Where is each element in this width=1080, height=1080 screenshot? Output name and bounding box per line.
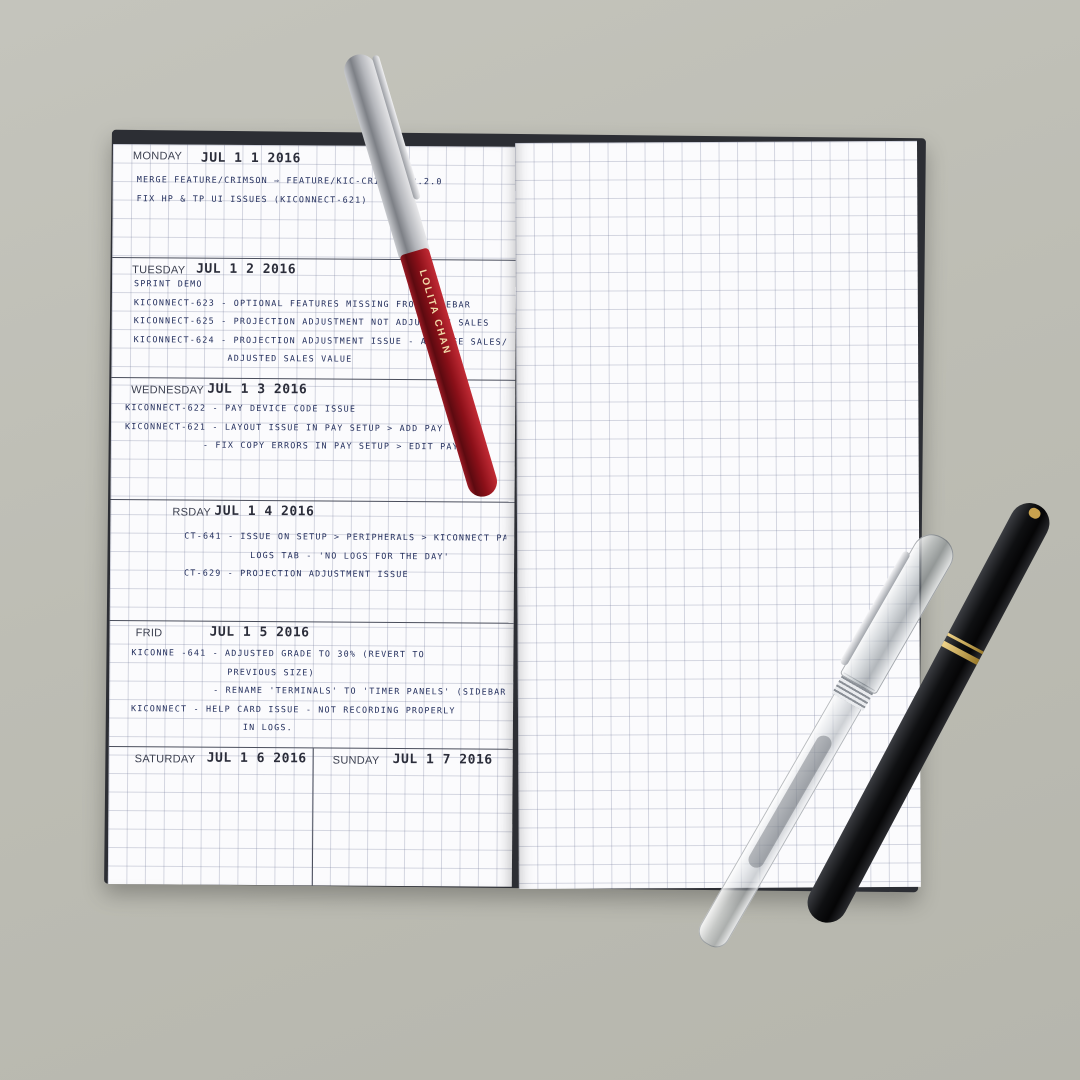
note-line: LOGS TAB - 'NO LOGS FOR THE DAY' (250, 549, 450, 561)
handwritten-notes: CT-641 - ISSUE ON SETUP > PERIPHERALS > … (184, 527, 506, 585)
handwritten-notes: KICONNE -641 - ADJUSTED GRADE TO 30% (RE… (131, 643, 506, 738)
day-section-weekend: SATURDAY JUL 1 6 2016 SUNDAY JUL 1 7 201… (107, 745, 513, 887)
day-label: FRID (135, 627, 163, 640)
note-line: KICONNE -641 - ADJUSTED GRADE TO 30% (RE… (131, 647, 425, 660)
note-line: IN LOGS. (242, 721, 293, 733)
note-line: CT-641 - ISSUE ON SETUP > PERIPHERALS > … (184, 530, 507, 543)
handwritten-notes: MERGE feature/CRIMSON ⇒ feature/KIC-CRIM… (137, 170, 509, 210)
day-label: WEDNESDAY (131, 384, 205, 397)
note-line: SPRINT DEMO (133, 278, 203, 289)
day-label: MONDAY (132, 150, 183, 163)
photo-scene: MONDAY JUL 1 1 2016 MERGE feature/CRIMSO… (0, 0, 1080, 1080)
note-line: KICONNECT - HELP CARD ISSUE - NOT RECORD… (131, 702, 456, 715)
day-label-sunday: SUNDAY (332, 754, 380, 767)
date-stamp-saturday: JUL 1 6 2016 (206, 750, 307, 767)
date-stamp: JUL 1 5 2016 (209, 624, 310, 641)
weekend-divider (311, 748, 314, 886)
note-line: MERGE feature/CRIMSON ⇒ feature/KIC-CRIM… (136, 174, 443, 187)
note-line: FIX HP & TP UI ISSUES (KICONNECT-621) (136, 192, 368, 205)
day-section-friday: FRID JUL 1 5 2016 KICONNE -641 - ADJUSTE… (108, 619, 514, 749)
day-section-monday: MONDAY JUL 1 1 2016 MERGE feature/CRIMSO… (112, 144, 517, 260)
date-stamp: JUL 1 3 2016 (207, 381, 308, 398)
date-stamp-sunday: JUL 1 7 2016 (392, 751, 493, 768)
planner-page: MONDAY JUL 1 1 2016 MERGE feature/CRIMSO… (107, 144, 517, 887)
date-stamp: JUL 1 4 2016 (214, 503, 315, 520)
grid-page (515, 140, 921, 889)
day-label-saturday: SATURDAY (134, 753, 196, 766)
note-line: CT-629 - PROJECTION ADJUSTMENT ISSUE (183, 567, 409, 580)
day-section-thursday: RSDAY JUL 1 4 2016 CT-641 - ISSUE ON SET… (109, 498, 515, 623)
date-stamp: JUL 1 1 2016 (200, 150, 301, 167)
day-label: RSDAY (172, 506, 212, 519)
